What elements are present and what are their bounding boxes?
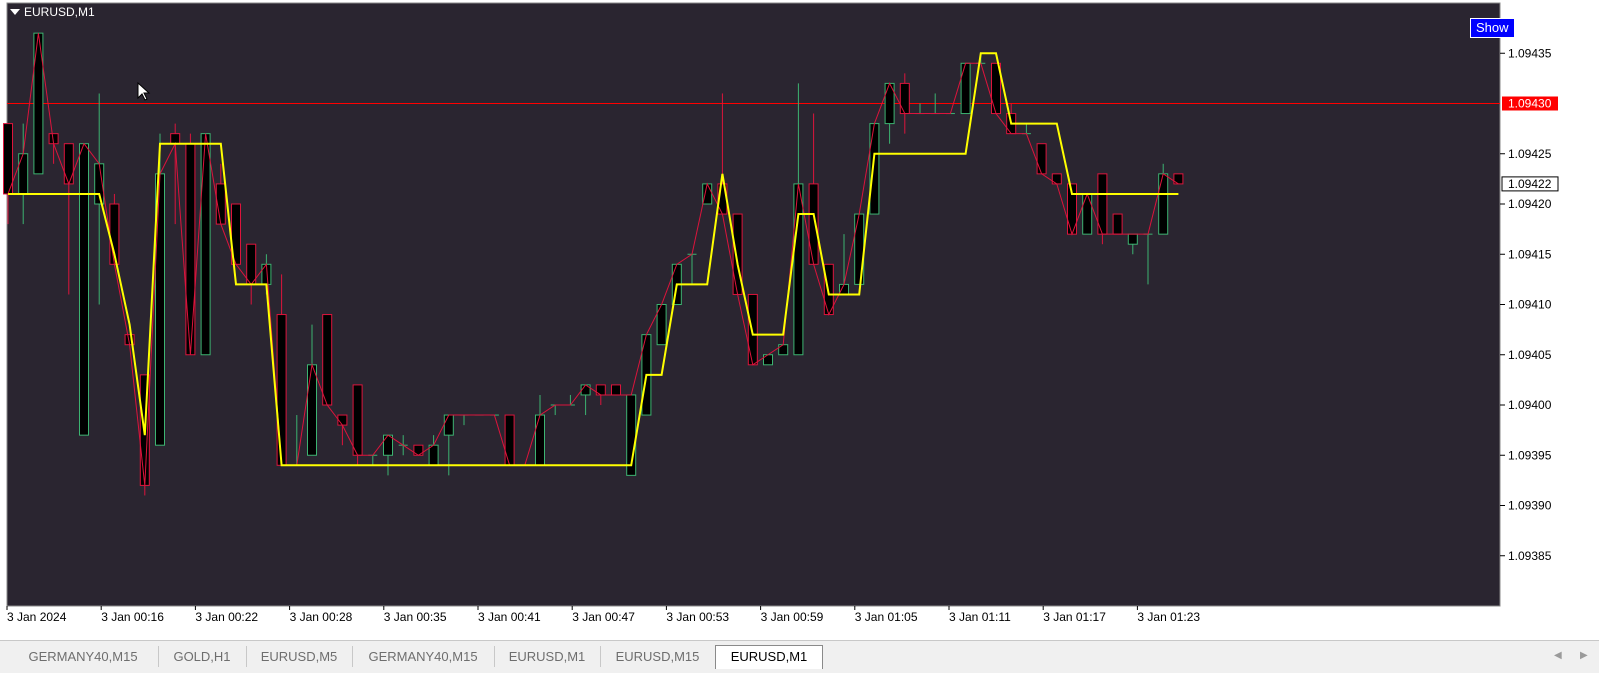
candle-body: [1127, 233, 1138, 245]
candle-body: [79, 143, 89, 436]
candle-body: [337, 414, 348, 426]
chart-tab[interactable]: EURUSD,M5: [246, 646, 353, 667]
candle-body: [869, 123, 880, 215]
chart-tab[interactable]: GERMANY40,M15: [352, 646, 495, 667]
time-tick-label: 3 Jan 00:16: [101, 610, 164, 624]
time-tick-label: 3 Jan 01:05: [855, 610, 918, 624]
time-tick-label: 3 Jan 2024: [7, 610, 67, 624]
time-tick-label: 3 Jan 01:23: [1137, 610, 1200, 624]
candle-body: [322, 314, 333, 406]
candle-body: [793, 183, 804, 356]
scroll-left-arrow-icon[interactable]: ◀: [1554, 650, 1562, 661]
price-tick-label: 1.09400: [1508, 398, 1552, 412]
price-tick-label: 1.09415: [1508, 247, 1552, 261]
time-tick-label: 3 Jan 00:28: [290, 610, 353, 624]
chart-tab[interactable]: EURUSD,M1: [494, 646, 601, 667]
dropdown-triangle-icon[interactable]: [10, 9, 20, 15]
time-tick-label: 3 Jan 01:11: [949, 610, 1011, 624]
chart-tab[interactable]: GERMANY40,M15: [8, 646, 159, 667]
candle-body: [352, 384, 363, 456]
chart-window[interactable]: 1.09435 1.09425 1.09420 1.09415 1.09410 1.094…: [0, 0, 1599, 632]
candle-body: [170, 133, 181, 145]
candle-body: [702, 183, 713, 205]
candle-body: [504, 414, 515, 466]
show-button[interactable]: Show: [1470, 18, 1515, 38]
price-chart[interactable]: 1.09435 1.09425 1.09420 1.09415 1.09410 1.094…: [0, 0, 1599, 632]
candle-body: [185, 143, 196, 356]
candle-body: [960, 62, 971, 115]
candle-body: [428, 444, 439, 466]
candle-body: [3, 123, 13, 195]
candle-body: [383, 434, 393, 456]
candle-body: [535, 414, 545, 466]
chart-tabs-bar: GERMANY40,M15 GOLD,H1 EURUSD,M5 GERMANY40,M…: [0, 640, 1599, 673]
mouse-cursor-icon: [137, 82, 151, 101]
candle-body: [611, 384, 621, 396]
price-tick-label: 1.09420: [1508, 197, 1552, 211]
symbol-text: EURUSD,M1: [24, 5, 95, 19]
candle-body: [200, 133, 211, 356]
candle-body: [18, 153, 29, 195]
price-tick-label: 1.09435: [1508, 46, 1552, 60]
chart-tab[interactable]: EURUSD,M1: [715, 645, 823, 669]
candle-body: [899, 82, 910, 115]
time-tick-label: 3 Jan 00:41: [478, 610, 541, 624]
chart-tab[interactable]: GOLD,H1: [158, 646, 247, 667]
price-line-label: 1.09430: [1508, 97, 1552, 111]
price-tick-label: 1.09405: [1508, 348, 1552, 362]
price-tick-label: 1.09425: [1508, 147, 1552, 161]
candle-body: [1036, 143, 1047, 175]
candle-body: [276, 314, 287, 466]
scroll-right-arrow-icon[interactable]: ▶: [1580, 650, 1588, 661]
time-tick-label: 3 Jan 00:53: [666, 610, 729, 624]
price-tick-label: 1.09390: [1508, 499, 1552, 513]
time-tick-label: 3 Jan 00:59: [761, 610, 824, 624]
time-tick-label: 3 Jan 00:35: [384, 610, 447, 624]
time-tick-label: 3 Jan 00:22: [195, 610, 258, 624]
symbol-label[interactable]: EURUSD,M1: [10, 5, 95, 19]
candle-body: [1112, 213, 1123, 235]
time-tick-label: 3 Jan 00:47: [572, 610, 635, 624]
candle-body: [747, 293, 758, 366]
price-tick-label: 1.09410: [1508, 298, 1552, 312]
candle-body: [1082, 193, 1093, 235]
candle-body: [63, 143, 74, 185]
current-price-label: 1.09422: [1508, 177, 1552, 191]
time-tick-label: 3 Jan 01:17: [1043, 610, 1106, 624]
chart-tab[interactable]: EURUSD,M15: [600, 646, 716, 667]
candle-body: [246, 243, 257, 285]
price-tick-label: 1.09395: [1508, 448, 1552, 462]
candle-body: [443, 414, 454, 436]
price-tick-label: 1.09385: [1508, 549, 1552, 563]
candle-body: [307, 364, 317, 456]
candle-body: [808, 183, 819, 265]
candle-body: [839, 283, 849, 295]
candle-body: [1158, 173, 1169, 235]
